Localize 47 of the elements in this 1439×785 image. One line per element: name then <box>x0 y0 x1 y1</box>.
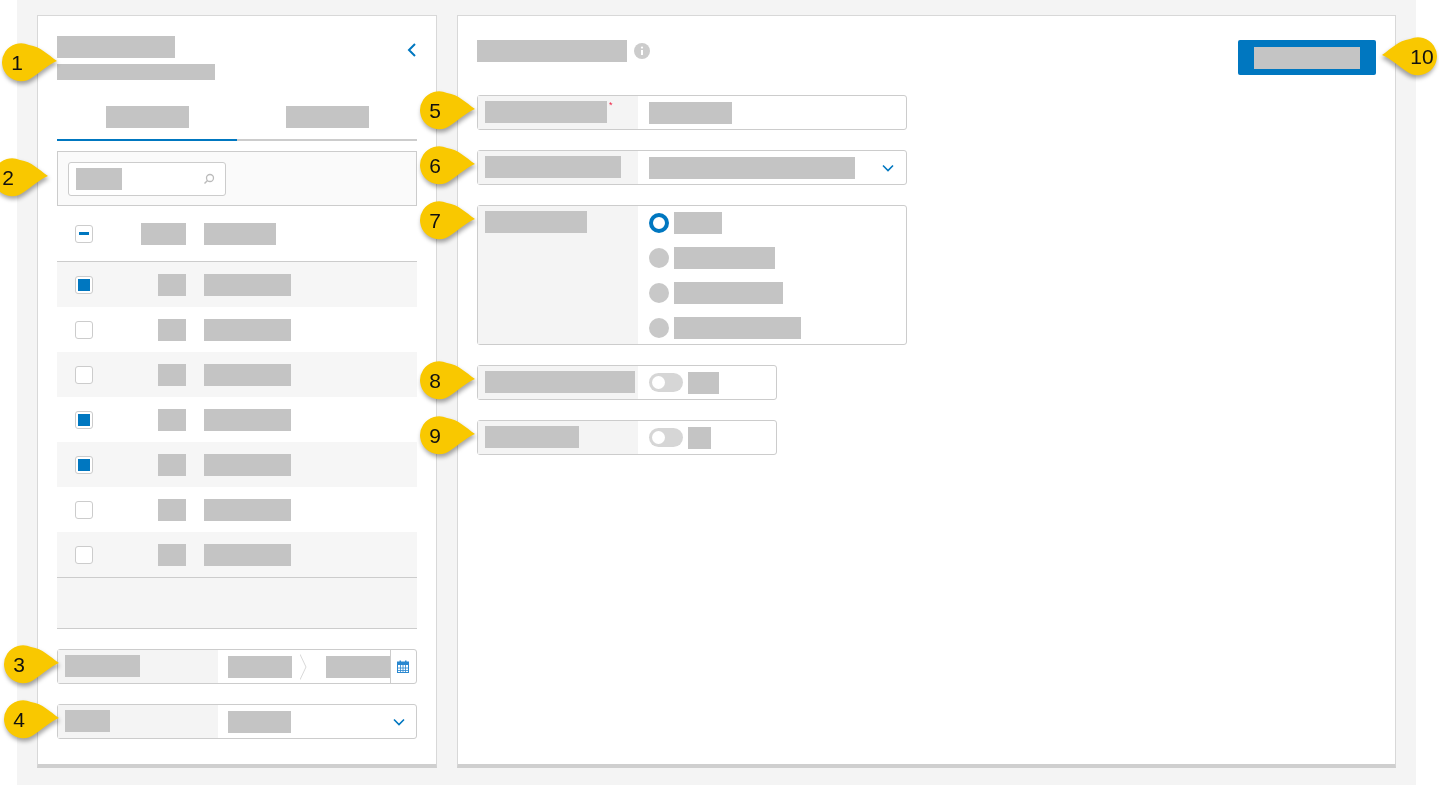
row-checkbox[interactable] <box>75 545 93 564</box>
row-checkbox[interactable] <box>75 410 93 429</box>
radio-button[interactable] <box>649 248 669 268</box>
text-field[interactable]: * <box>477 95 907 130</box>
search-field[interactable] <box>68 161 226 196</box>
redacted-value <box>688 426 711 449</box>
toggle-field[interactable] <box>477 365 777 400</box>
required-mark: * <box>609 101 613 110</box>
chevron-down-icon <box>882 163 894 172</box>
redacted-cell <box>158 498 186 521</box>
radio-button[interactable] <box>649 283 669 303</box>
date-range-field[interactable] <box>57 649 417 684</box>
redacted-cell <box>158 363 186 386</box>
info-icon <box>634 43 650 59</box>
toggle-switch[interactable] <box>649 373 683 392</box>
callout-marker: 1 <box>0 42 59 84</box>
row-checkbox[interactable] <box>75 500 93 519</box>
callout-marker: 2 <box>0 157 50 199</box>
radio-button[interactable] <box>649 318 669 338</box>
select-all-checkbox[interactable] <box>75 224 93 243</box>
table-row[interactable] <box>57 532 417 577</box>
redacted-cell <box>158 453 186 476</box>
radio-option[interactable] <box>649 317 801 339</box>
primary-button[interactable] <box>1238 40 1376 75</box>
chevron-down-icon <box>393 717 405 726</box>
radio-field[interactable] <box>477 205 907 345</box>
redacted-cell <box>158 273 186 296</box>
toggle-field[interactable] <box>477 420 777 455</box>
redacted-cell <box>158 318 186 341</box>
redacted-column-header <box>204 222 276 245</box>
collapse-icon[interactable] <box>407 43 417 57</box>
select-field[interactable] <box>477 150 907 185</box>
row-checkbox[interactable] <box>75 365 93 384</box>
row-checkbox[interactable] <box>75 455 93 474</box>
toggle-switch[interactable] <box>649 428 683 447</box>
redacted-cell <box>158 543 186 566</box>
row-checkbox[interactable] <box>75 320 93 339</box>
row-checkbox[interactable] <box>75 275 93 294</box>
redacted-cell <box>158 408 186 431</box>
redacted-column-header <box>141 222 186 245</box>
callout-marker: 10 <box>1380 36 1439 78</box>
calendar-icon <box>397 660 410 673</box>
dropdown-field[interactable] <box>57 704 417 739</box>
search-icon <box>203 172 215 185</box>
redacted-value <box>688 371 719 394</box>
radio-button[interactable] <box>649 213 669 233</box>
table-row[interactable] <box>57 352 417 397</box>
